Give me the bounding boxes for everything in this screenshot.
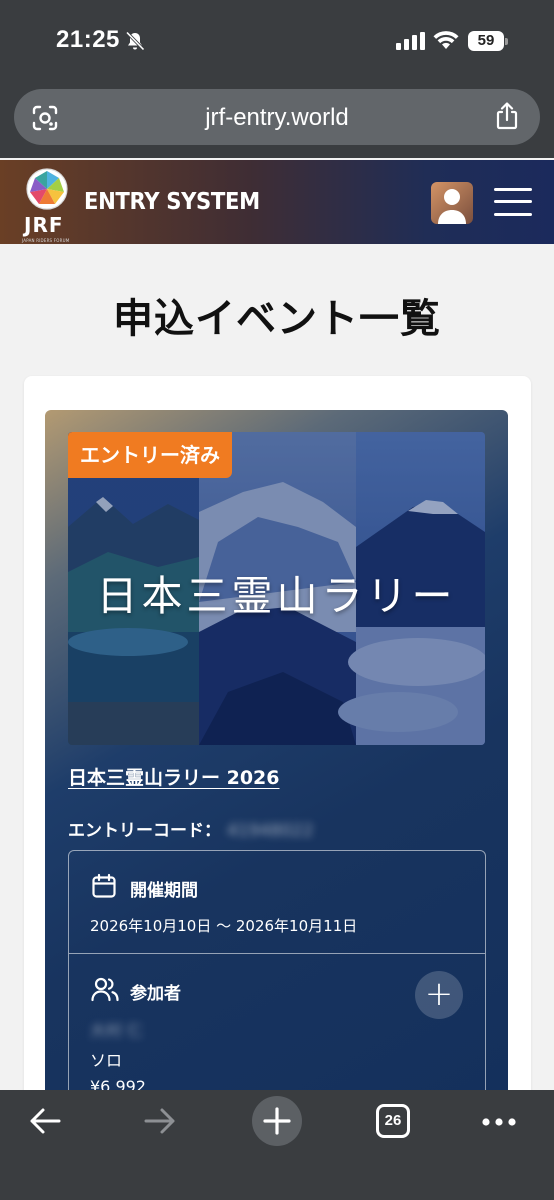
- user-avatar[interactable]: [431, 182, 473, 224]
- menu-button[interactable]: [494, 186, 532, 218]
- add-participant-button[interactable]: +: [415, 971, 463, 1019]
- divider: [69, 953, 485, 954]
- participant-type: ソロ: [90, 1051, 123, 1070]
- page-title: 申込イベント一覧: [113, 296, 441, 342]
- plus-icon: [263, 1107, 291, 1135]
- back-arrow-icon[interactable]: [28, 1106, 62, 1136]
- status-bar: 21:25 59: [0, 0, 554, 82]
- logo-subtext: JAPAN RIDERS FORUM: [22, 238, 70, 243]
- tabs-button[interactable]: 26: [376, 1104, 410, 1138]
- status-badge: エントリー済み: [68, 432, 232, 478]
- event-image[interactable]: 日本三霊山ラリー エントリー済み: [68, 432, 485, 745]
- logo-text: JRF: [24, 213, 64, 237]
- wifi-icon: [433, 31, 459, 49]
- browser-toolbar-top: jrf-entry.world: [0, 82, 554, 158]
- event-name-link[interactable]: 日本三霊山ラリー 2026: [68, 763, 280, 790]
- people-icon: [91, 977, 119, 1002]
- participants-label: 参加者: [130, 984, 181, 1004]
- share-icon[interactable]: [494, 101, 520, 131]
- address-bar[interactable]: jrf-entry.world: [14, 89, 540, 145]
- calendar-icon: [92, 873, 116, 898]
- status-time: 21:25: [56, 26, 120, 53]
- forward-arrow-icon[interactable]: [143, 1106, 177, 1136]
- battery-icon: 59: [468, 31, 508, 51]
- site-title: ENTRY SYSTEM: [84, 189, 260, 215]
- period-label: 開催期間: [130, 881, 198, 901]
- browser-toolbar-bottom: 26: [0, 1090, 554, 1200]
- battery-level: 59: [468, 31, 504, 51]
- user-icon: [438, 189, 466, 224]
- period-value: 2026年10月10日 〜 2026年10月11日: [90, 917, 358, 935]
- event-image-title: 日本三霊山ラリー: [96, 572, 457, 620]
- signal-icon: [396, 32, 425, 50]
- site-header: JRF JAPAN RIDERS FORUM ENTRY SYSTEM: [0, 160, 554, 244]
- more-icon[interactable]: [482, 1118, 516, 1126]
- entry-code-row: エントリーコード： 41948022: [68, 816, 318, 841]
- entry-code-label: エントリーコード：: [68, 821, 221, 841]
- new-tab-button[interactable]: [252, 1096, 302, 1146]
- logo-globe-icon: [26, 168, 68, 210]
- event-info-box: 開催期間 2026年10月10日 〜 2026年10月11日 参加者 + 大村 …: [68, 850, 486, 1110]
- entry-code-value: 41948022: [227, 821, 314, 841]
- participant-name: 大村 仁: [90, 1021, 144, 1040]
- jrf-logo[interactable]: JRF JAPAN RIDERS FORUM: [22, 168, 76, 243]
- url-text[interactable]: jrf-entry.world: [14, 104, 540, 132]
- event-card[interactable]: 日本三霊山ラリー エントリー済み 日本三霊山ラリー 2026 エントリーコード：…: [45, 410, 508, 1110]
- bell-off-icon: [125, 31, 145, 51]
